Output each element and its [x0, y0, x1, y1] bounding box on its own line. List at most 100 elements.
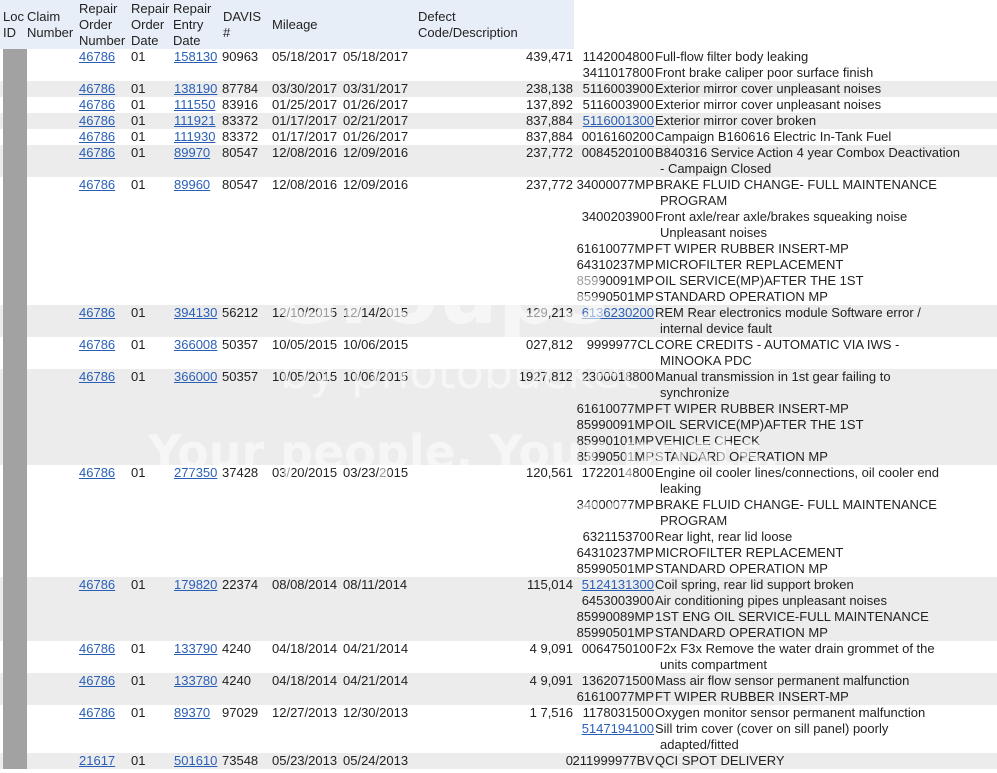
repair-entry-link[interactable]: 158130	[174, 49, 217, 65]
claim-number-link[interactable]: 46786	[79, 641, 115, 657]
defect-description: REM Rear electronics module Software err…	[655, 305, 921, 320]
repair-entry-link[interactable]: 89960	[174, 177, 210, 193]
claim-number-link[interactable]: 46786	[79, 337, 115, 353]
claim-number-link[interactable]: 46786	[79, 369, 115, 385]
defect-code: 85990501MP	[576, 449, 654, 464]
header-repair-entry-date: Repair Entry Date	[173, 1, 212, 48]
defect-code: 3400203900	[581, 209, 654, 224]
repair-entry-link[interactable]: 111550	[174, 97, 215, 113]
mileage-cell: 4 9,091	[529, 673, 573, 688]
repair-order-cell: 01	[131, 705, 146, 720]
defect-code-link[interactable]: 6136230200	[582, 305, 654, 321]
claim-number-link[interactable]: 46786	[79, 577, 115, 593]
claim-number-link[interactable]: 46786	[79, 113, 115, 129]
repair-order-cell: 01	[131, 81, 146, 96]
mileage-cell: 115,014	[526, 577, 573, 592]
repair-entry-link[interactable]: 394130	[174, 305, 217, 321]
defect-description: Coil spring, rear lid support broken	[655, 577, 854, 592]
repair-order-cell: 01	[131, 49, 146, 64]
table-row: 46786 01 89960 80547 12/08/2016 12/09/2016 237…	[0, 177, 997, 305]
table-row: 46786 01 366000 50357 10/05/2015 10/06/2015 19…	[0, 369, 997, 465]
defect-description: STANDARD OPERATION MP	[655, 449, 828, 464]
repair-entry-link[interactable]: 366008	[174, 337, 217, 353]
defect-description: Mass air flow sensor permanent malfuncti…	[655, 673, 910, 688]
repair-order-cell: 01	[131, 305, 146, 320]
defect-description: Rear light, rear lid loose	[655, 529, 793, 544]
claim-number-link[interactable]: 46786	[79, 305, 115, 321]
repair-order-date-cell: 01/17/2017	[272, 129, 338, 144]
claim-number-link[interactable]: 46786	[79, 465, 115, 481]
loc-id-cell	[3, 337, 27, 369]
claim-number-link[interactable]: 46786	[79, 129, 115, 145]
table-row: 46786 01 89370 97029 12/27/2013 12/30/2013 1 7…	[0, 705, 997, 753]
table-header: Loc ID Claim Number Repair Order Number Repa…	[0, 0, 574, 49]
mileage-cell: 027,812	[526, 337, 573, 352]
repair-order-date-cell: 05/23/2013	[272, 753, 338, 768]
loc-id-cell	[3, 705, 27, 753]
table-row: 46786 01 133790 4240 04/18/2014 04/21/2014 4 9…	[0, 641, 997, 673]
defect-description: Exterior mirror cover unpleasant noises	[655, 97, 882, 112]
header-repair-order-number: Repair Order Number	[79, 1, 126, 48]
defect-code: 1142004800	[582, 49, 654, 64]
repair-entry-date-cell: 10/06/2015	[343, 337, 409, 352]
defect-description: - Campaign Closed	[660, 161, 772, 176]
loc-id-cell	[3, 113, 27, 129]
defect-code-link[interactable]: 5124131300	[582, 577, 654, 593]
repair-entry-link[interactable]: 133790	[174, 641, 217, 657]
repair-order-cell: 01	[131, 673, 146, 688]
claim-number-link[interactable]: 46786	[79, 97, 115, 113]
defect-description: CORE CREDITS - AUTOMATIC VIA IWS -	[655, 337, 900, 352]
defect-description: FT WIPER RUBBER INSERT-MP	[655, 241, 849, 256]
claim-number-link[interactable]: 46786	[79, 177, 115, 193]
defect-code: 34000077MP	[576, 177, 654, 192]
repair-order-cell: 01	[131, 369, 146, 384]
claim-number-link[interactable]: 21617	[79, 753, 115, 769]
claim-number-link[interactable]: 46786	[79, 673, 115, 689]
repair-entry-link[interactable]: 111921	[174, 113, 215, 129]
defect-description: units compartment	[660, 657, 767, 672]
repair-entry-date-cell: 10/06/2015	[343, 369, 409, 384]
claim-number-link[interactable]: 46786	[79, 705, 115, 721]
repair-entry-link[interactable]: 277350	[174, 465, 217, 481]
repair-entry-link[interactable]: 179820	[174, 577, 217, 593]
defect-description: QCI SPOT DELIVERY	[655, 753, 785, 768]
defect-description: Manual transmission in 1st gear failing …	[655, 369, 891, 384]
repair-entry-link[interactable]: 138190	[174, 81, 217, 97]
defect-code: 61610077MP	[576, 401, 654, 416]
defect-code-link[interactable]: 5116001300	[583, 113, 654, 129]
repair-entry-link[interactable]: 133780	[174, 673, 217, 689]
repair-order-date-cell: 03/30/2017	[272, 81, 338, 96]
repair-order-cell: 01	[131, 97, 146, 112]
loc-id-cell	[3, 129, 27, 145]
davis-cell: 97029	[222, 705, 259, 720]
defect-description: BRAKE FLUID CHANGE- FULL MAINTENANCE	[655, 177, 937, 192]
claim-number-link[interactable]: 46786	[79, 145, 115, 161]
repair-entry-link[interactable]: 366000	[174, 369, 217, 385]
repair-order-date-cell: 10/05/2015	[272, 369, 338, 384]
mileage-cell: 837,884	[526, 129, 573, 144]
davis-cell: 37428	[222, 465, 259, 480]
repair-entry-link[interactable]: 501610	[174, 753, 217, 769]
mileage-cell: 137,892	[526, 97, 573, 112]
table-row: 46786 01 89970 80547 12/08/2016 12/09/2016 237…	[0, 145, 997, 177]
repair-order-cell: 01	[131, 577, 146, 592]
repair-entry-link[interactable]: 89370	[174, 705, 210, 721]
claim-number-link[interactable]: 46786	[79, 81, 115, 97]
defect-description: PROGRAM	[660, 513, 728, 528]
defect-code: 211999977BV	[572, 753, 654, 768]
defect-description: OIL SERVICE(MP)AFTER THE 1ST	[655, 417, 864, 432]
table-row: 46786 01 138190 87784 03/30/2017 03/31/2017 23…	[0, 81, 997, 97]
repair-entry-link[interactable]: 111930	[174, 129, 215, 145]
loc-id-cell	[3, 577, 27, 641]
loc-id-cell	[3, 369, 27, 465]
defect-description: Sill trim cover (cover on sill panel) po…	[655, 721, 889, 736]
header-defect: Defect Code/Description	[418, 9, 518, 40]
defect-description: STANDARD OPERATION MP	[655, 561, 828, 576]
claim-number-link[interactable]: 46786	[79, 49, 115, 65]
repair-entry-link[interactable]: 89970	[174, 145, 210, 161]
defect-code-link[interactable]: 5147194100	[582, 721, 654, 737]
loc-id-cell	[3, 145, 27, 177]
repair-entry-date-cell: 04/21/2014	[343, 641, 409, 656]
defect-description: Exterior mirror cover unpleasant noises	[655, 81, 882, 96]
defect-description: Front brake caliper poor surface finish	[655, 65, 874, 80]
